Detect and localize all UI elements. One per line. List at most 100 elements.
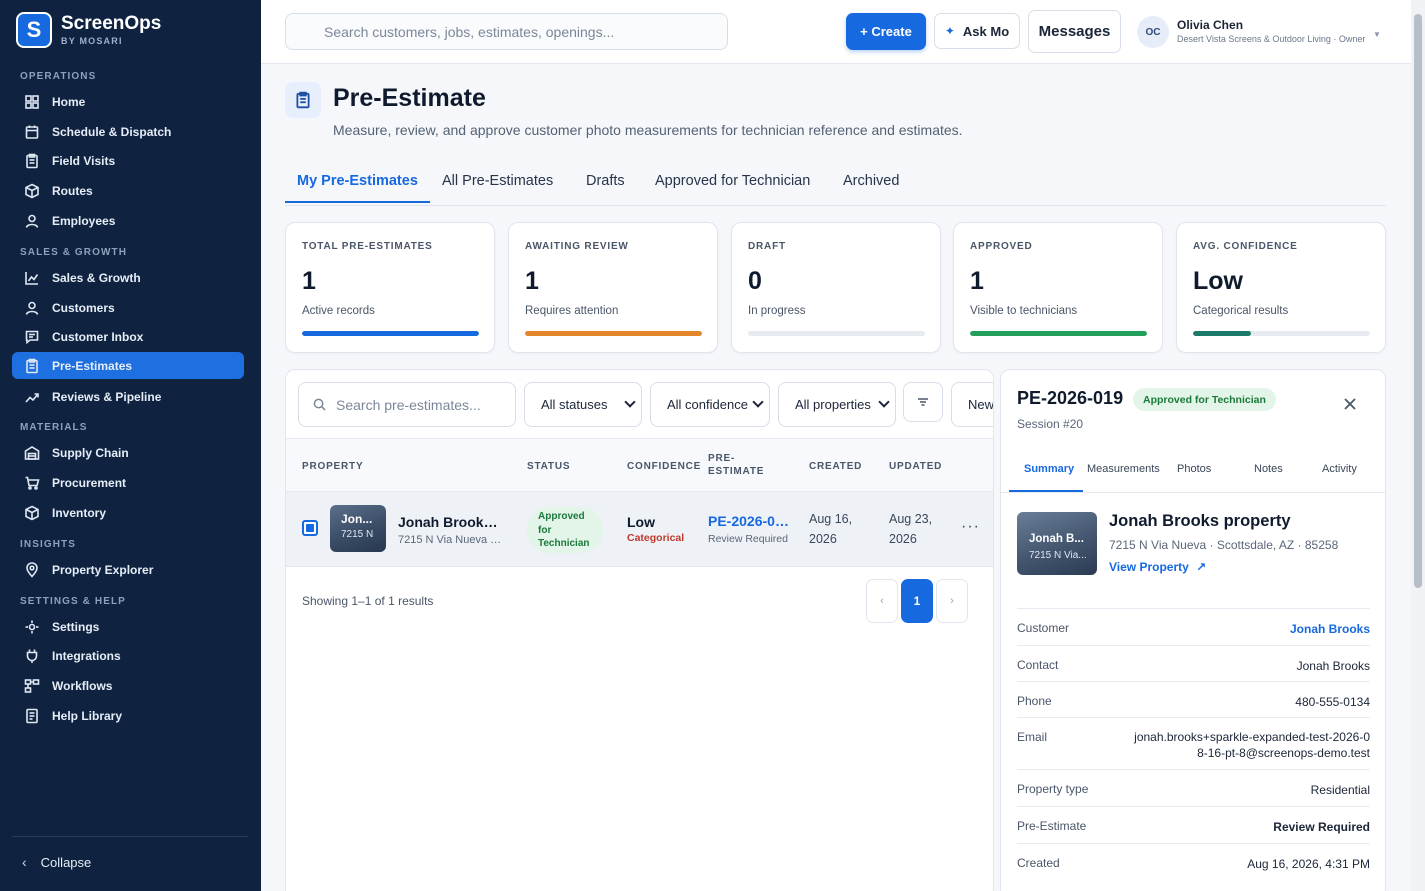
clipboard-icon <box>285 82 321 118</box>
header-updated[interactable]: UPDATED <box>889 460 942 473</box>
sidebar-item-supply-chain[interactable]: Supply Chain <box>12 439 244 466</box>
tab-approved-for-technician[interactable]: Approved for Technician <box>643 173 822 201</box>
sidebar-item-customer-inbox[interactable]: Customer Inbox <box>12 323 244 350</box>
customer-link[interactable]: Jonah Brooks <box>1290 621 1370 637</box>
sidebar-item-property-explorer[interactable]: Property Explorer <box>12 556 244 583</box>
tab-all-pre-estimates[interactable]: All Pre-Estimates <box>430 173 565 201</box>
field-phone: Phone 480-555-0134 <box>1017 681 1370 718</box>
row-checkbox[interactable] <box>302 520 318 536</box>
detail-tabs: Summary Measurements Photos Notes Activi… <box>1001 450 1385 493</box>
property-name[interactable]: Jonah Brooks property <box>398 514 503 530</box>
create-button[interactable]: + Create <box>846 13 926 50</box>
sidebar-item-pre-estimates[interactable]: Pre-Estimates <box>12 352 244 379</box>
header-pre-estimate[interactable]: PRE- ESTIMATE <box>708 452 764 478</box>
chevron-down-icon <box>752 396 764 408</box>
brand[interactable]: S ScreenOps BY MOSARI <box>16 12 161 48</box>
view-property-label: View Property <box>1109 560 1189 574</box>
tab-drafts[interactable]: Drafts <box>574 173 637 201</box>
status-filter-value: All statuses <box>541 397 608 412</box>
table-row[interactable]: Jon... 7215 N Jonah Brooks property 7215… <box>286 492 993 567</box>
stat-card-approved[interactable]: APPROVED 1 Visible to technicians <box>953 222 1163 353</box>
header-status[interactable]: STATUS <box>527 460 570 473</box>
workflow-icon <box>24 678 40 694</box>
sidebar-item-integrations[interactable]: Integrations <box>12 642 244 669</box>
new-pre-estimate-button[interactable]: New <box>951 382 993 427</box>
sidebar-item-employees[interactable]: Employees <box>12 207 244 234</box>
field-key: Phone <box>1017 694 1052 708</box>
tab-notes[interactable]: Notes <box>1254 463 1283 475</box>
clipboard-icon <box>24 358 40 374</box>
sidebar-item-label: Home <box>52 94 86 109</box>
sidebar-item-customers[interactable]: Customers <box>12 294 244 321</box>
sidebar-item-procurement[interactable]: Procurement <box>12 469 244 496</box>
header-created[interactable]: CREATED <box>809 460 862 473</box>
stat-card-awaiting-review[interactable]: AWAITING REVIEW 1 Requires attention <box>508 222 718 353</box>
plug-icon <box>24 648 40 664</box>
tab-activity[interactable]: Activity <box>1322 463 1357 475</box>
stat-progress-fill <box>970 331 1147 336</box>
tab-summary[interactable]: Summary <box>1024 463 1074 475</box>
tab-my-pre-estimates[interactable]: My Pre-Estimates <box>285 173 430 203</box>
messages-button[interactable]: Messages <box>1028 10 1121 53</box>
confidence-filter-select[interactable]: All confidence <box>650 382 770 427</box>
sidebar-item-field-visits[interactable]: Field Visits <box>12 147 244 174</box>
header-property[interactable]: PROPERTY <box>302 460 363 473</box>
pagination-page-button[interactable]: 1 <box>901 579 933 623</box>
properties-filter-select[interactable]: All properties <box>778 382 896 427</box>
pagination-prev-button[interactable]: ‹ <box>866 579 898 623</box>
property-address: 7215 N Via Nueva · Scottsdale, AZ · 8525… <box>398 534 503 546</box>
page-scrollbar[interactable] <box>1411 0 1425 891</box>
stat-desc: Categorical results <box>1193 305 1289 317</box>
stat-card-avg-confidence[interactable]: AVG. CONFIDENCE Low Categorical results <box>1176 222 1386 353</box>
pre-estimate-status: Review Required <box>708 533 788 545</box>
pagination-next-button[interactable]: › <box>936 579 968 623</box>
sidebar-item-label: Customers <box>52 300 115 315</box>
user-name[interactable]: Olivia Chen <box>1177 18 1243 32</box>
sidebar-item-label: Workflows <box>52 678 113 693</box>
stat-value: Low <box>1193 267 1243 295</box>
detail-session: Session #20 <box>1017 417 1084 431</box>
avatar[interactable]: OC <box>1137 16 1169 48</box>
more-actions-icon[interactable]: ··· <box>961 518 980 536</box>
tab-archived[interactable]: Archived <box>831 173 911 201</box>
nav-section-settings: SETTINGS & HELP <box>20 596 126 607</box>
sidebar-item-workflows[interactable]: Workflows <box>12 672 244 699</box>
sidebar-item-routes[interactable]: Routes <box>12 177 244 204</box>
sidebar-item-sales-growth[interactable]: Sales & Growth <box>12 264 244 291</box>
results-count: Showing 1–1 of 1 results <box>302 594 434 608</box>
sidebar-item-reviews-pipeline[interactable]: Reviews & Pipeline <box>12 383 244 410</box>
detail-property-address: 7215 N Via Nueva · Scottsdale, AZ · 8525… <box>1109 538 1339 552</box>
field-contact: Contact Jonah Brooks <box>1017 645 1370 682</box>
pre-estimate-link[interactable]: PE-2026-019 <box>708 513 790 529</box>
global-search-input[interactable]: Search customers, jobs, estimates, openi… <box>285 13 728 50</box>
close-icon[interactable] <box>1343 397 1361 415</box>
trend-icon <box>24 389 40 405</box>
stat-card-draft[interactable]: DRAFT 0 In progress <box>731 222 941 353</box>
sidebar-item-settings[interactable]: Settings <box>12 613 244 640</box>
collapse-label: Collapse <box>40 854 92 870</box>
confidence-value: Low <box>627 514 655 530</box>
view-property-link[interactable]: View Property ↗ <box>1109 560 1206 574</box>
header-confidence[interactable]: CONFIDENCE <box>627 460 701 473</box>
chevron-down-icon[interactable]: ▼ <box>1373 30 1381 39</box>
tab-measurements[interactable]: Measurements <box>1087 463 1160 475</box>
pre-estimate-search-input[interactable]: Search pre-estimates... <box>298 382 516 427</box>
sidebar-item-inventory[interactable]: Inventory <box>12 499 244 526</box>
thumbnail-address: 7215 N Via... <box>1029 550 1087 561</box>
user-org: Desert Vista Screens & Outdoor Living · … <box>1177 34 1366 44</box>
tab-photos[interactable]: Photos <box>1177 463 1211 475</box>
scrollbar-thumb[interactable] <box>1414 14 1422 588</box>
stat-value: 0 <box>748 267 762 295</box>
ask-mo-button[interactable]: ✦ Ask Mo <box>934 13 1020 49</box>
sidebar-item-label: Settings <box>52 619 100 634</box>
sidebar-item-help-library[interactable]: Help Library <box>12 702 244 729</box>
sidebar-item-schedule[interactable]: Schedule & Dispatch <box>12 118 244 145</box>
sidebar-item-label: Reviews & Pipeline <box>52 389 162 404</box>
stat-progress-fill <box>525 331 702 336</box>
sidebar-item-home[interactable]: Home <box>12 88 244 115</box>
stat-progress-bar <box>1193 331 1370 336</box>
stat-card-total[interactable]: TOTAL PRE-ESTIMATES 1 Active records <box>285 222 495 353</box>
status-filter-select[interactable]: All statuses <box>524 382 642 427</box>
collapse-button[interactable]: ‹ Collapse <box>22 854 91 870</box>
filter-options-button[interactable] <box>903 382 943 422</box>
